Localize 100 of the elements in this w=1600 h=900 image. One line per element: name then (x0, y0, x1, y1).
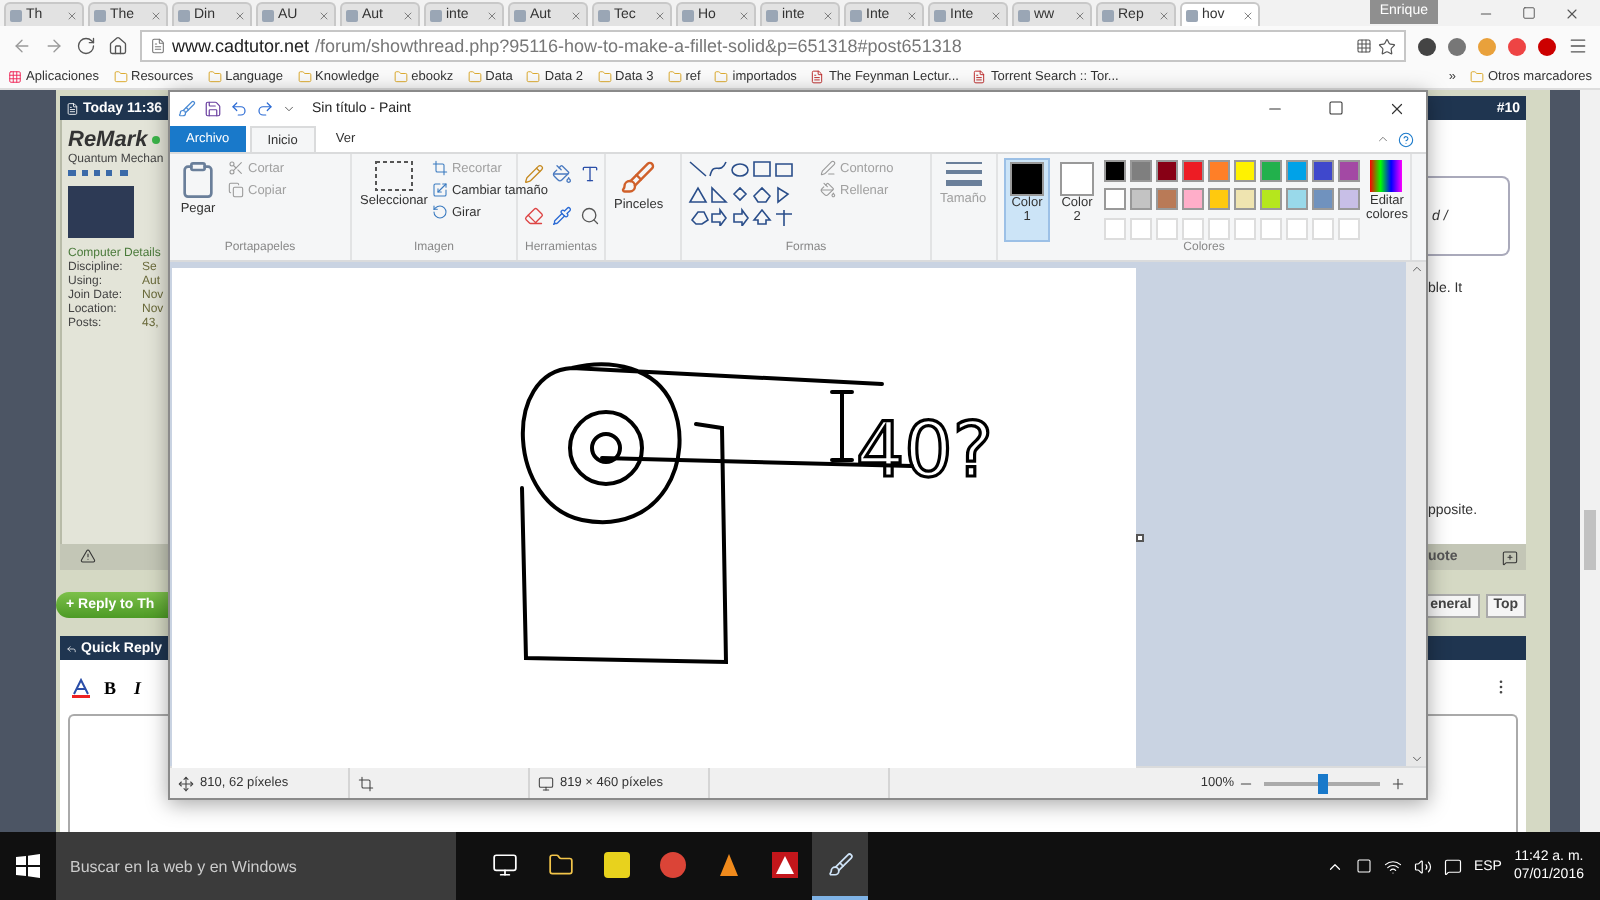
empty-swatch[interactable] (1338, 217, 1360, 240)
traffic-cone-icon (715, 851, 741, 877)
empty-swatch[interactable] (1234, 217, 1256, 240)
close-icon (1242, 9, 1254, 21)
palette-swatch[interactable] (1312, 160, 1334, 182)
palette-swatch[interactable] (1312, 188, 1334, 211)
favicon-icon (178, 9, 190, 21)
text-icon[interactable] (580, 164, 600, 184)
palette-swatch[interactable] (1104, 188, 1126, 211)
palette-swatch[interactable] (1130, 188, 1152, 211)
maximize-icon (1522, 5, 1536, 19)
palette-swatch[interactable] (1260, 160, 1282, 182)
italic-button[interactable]: I (130, 677, 146, 697)
magnifier-icon[interactable] (580, 206, 600, 226)
notification-icon[interactable] (1443, 857, 1462, 875)
palette-swatch[interactable] (1338, 188, 1360, 211)
palette-swatch[interactable] (1130, 160, 1152, 182)
undo-icon[interactable] (230, 100, 248, 118)
folder-icon (714, 70, 729, 84)
taskbar-app-button[interactable] (812, 832, 868, 900)
resize-handle[interactable] (1136, 534, 1144, 542)
empty-swatch[interactable] (1130, 217, 1152, 240)
selection-size-icon (358, 775, 374, 791)
drawing-canvas[interactable]: 40? (172, 268, 1136, 768)
folder-icon (297, 70, 311, 84)
scissors-icon (228, 160, 244, 176)
help-icon[interactable] (1398, 131, 1414, 147)
palette-swatch[interactable] (1286, 160, 1308, 182)
maximize-icon[interactable] (1328, 100, 1344, 116)
favicon-icon (850, 9, 862, 21)
avatar-placeholder (68, 186, 134, 238)
reply-arrow-icon (66, 641, 78, 655)
empty-swatch[interactable] (1182, 217, 1204, 240)
empty-swatch[interactable] (1156, 217, 1178, 240)
close-icon (654, 9, 666, 21)
zoom-in-icon[interactable] (1390, 775, 1406, 791)
empty-swatch[interactable] (1260, 217, 1282, 240)
reload-icon[interactable] (76, 36, 96, 56)
empty-swatch[interactable] (1312, 217, 1334, 240)
wifi-icon[interactable] (1383, 857, 1402, 875)
collapse-ribbon-icon[interactable] (1376, 131, 1390, 145)
folder-icon (667, 70, 682, 84)
pencil-icon[interactable] (524, 164, 544, 184)
handwritten-label: 40? (856, 406, 994, 494)
pipette-icon[interactable] (552, 206, 572, 226)
favicon-icon (514, 9, 526, 21)
close-icon (738, 9, 750, 21)
reputation-dots-icon (68, 168, 128, 176)
folder-icon (207, 70, 222, 84)
favicon-icon (1102, 9, 1114, 21)
forward-icon[interactable] (44, 36, 64, 56)
eraser-icon[interactable] (524, 206, 544, 226)
triangle-logo-icon (771, 851, 797, 877)
empty-swatch[interactable] (1286, 217, 1308, 240)
back-icon[interactable] (12, 36, 32, 56)
text-color-icon[interactable] (72, 677, 90, 697)
bold-button[interactable]: B (100, 677, 121, 697)
copy-icon (228, 182, 244, 198)
scroll-up-icon (1409, 262, 1423, 276)
page-icon (972, 70, 987, 84)
palette-swatch[interactable] (1234, 188, 1256, 211)
empty-swatch[interactable] (1104, 217, 1126, 240)
palette-swatch[interactable] (1338, 160, 1360, 182)
palette-swatch[interactable] (1208, 160, 1230, 182)
close-icon (822, 9, 834, 21)
palette-swatch[interactable] (1182, 188, 1204, 211)
zoom-slider-thumb[interactable] (1318, 773, 1328, 793)
redo-icon[interactable] (256, 100, 274, 118)
brush-icon (620, 160, 657, 196)
palette-swatch[interactable] (1156, 160, 1178, 182)
volume-icon[interactable] (1413, 857, 1432, 875)
crop-icon (431, 160, 448, 176)
palette-swatch[interactable] (1156, 188, 1178, 211)
favicon-icon (1186, 9, 1198, 21)
favicon-icon (430, 9, 442, 21)
palette-swatch[interactable] (1286, 188, 1308, 211)
bucket-icon (820, 182, 836, 198)
palette-swatch[interactable] (1234, 160, 1256, 182)
close-icon (1564, 5, 1580, 21)
close-icon[interactable] (1388, 100, 1406, 118)
warning-icon[interactable] (80, 547, 96, 563)
taskbar-search-field[interactable]: Buscar en la web y en Windows (56, 832, 456, 900)
save-icon[interactable] (204, 100, 222, 118)
palette-swatch[interactable] (1260, 188, 1282, 211)
dropdown-icon[interactable] (282, 102, 296, 116)
home-icon[interactable] (108, 36, 128, 56)
task-view-icon (491, 851, 517, 877)
favicon-icon (682, 9, 694, 21)
menu-icon[interactable] (1568, 36, 1588, 56)
bucket-icon[interactable] (552, 164, 572, 184)
resize-icon (431, 182, 448, 198)
palette-swatch[interactable] (1208, 188, 1230, 211)
palette-swatch[interactable] (1104, 160, 1126, 182)
address-bar[interactable]: www.cadtutor.net /forum/showthread.php?95116-how-to-make-a-fillet-solid&p=651318#post651318 (140, 30, 1406, 62)
empty-swatch[interactable] (1208, 217, 1230, 240)
palette-swatch[interactable] (1182, 160, 1204, 182)
username[interactable]: ReMark (68, 128, 148, 152)
scrollbar[interactable] (1406, 262, 1426, 766)
scrollbar[interactable] (1580, 90, 1600, 832)
comment-icon[interactable] (1502, 549, 1518, 565)
